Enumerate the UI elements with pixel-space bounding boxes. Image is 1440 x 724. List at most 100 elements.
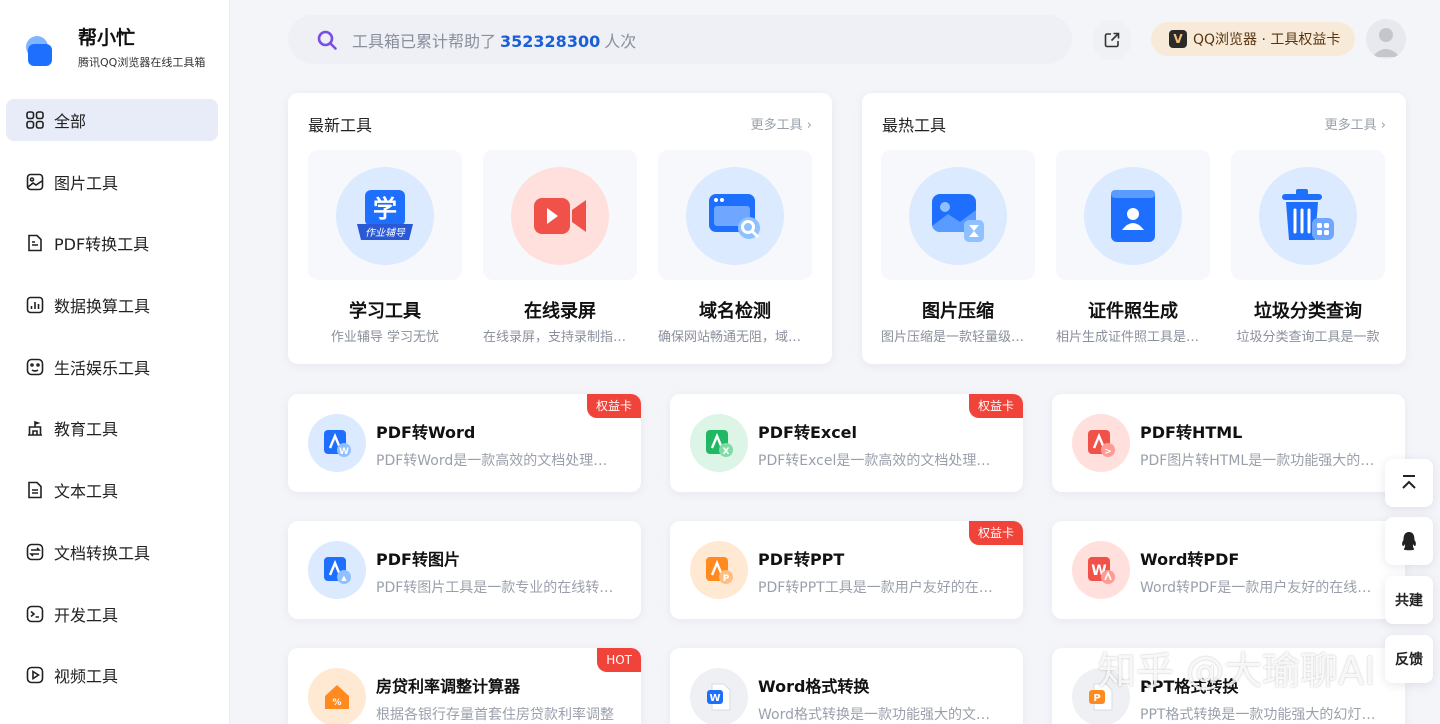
tool-card-ppt-format[interactable]: P PPT格式转换 PPT格式转换是一款功能强大的幻灯片工具 — [1052, 648, 1405, 724]
tool-title: PDF转HTML — [1140, 423, 1243, 442]
sidebar-item-label: 教育工具 — [54, 420, 119, 440]
qq-button[interactable] — [1385, 517, 1433, 565]
search-placeholder: 工具箱已累计帮助了 352328300 人次 — [352, 31, 637, 51]
search-icon — [317, 30, 337, 50]
tool-desc: 在线录屏，支持录制指定区域 — [483, 330, 637, 345]
tool-title: PDF转Word — [376, 423, 476, 442]
tool-desc: 垃圾分类查询工具是一款 — [1236, 330, 1380, 345]
sidebar-item-life-tools[interactable]: 生活娱乐工具 — [6, 346, 218, 388]
share-button[interactable] — [1092, 20, 1132, 60]
feedback-button[interactable]: 反馈 — [1385, 635, 1433, 683]
tool-card-pdf-to-word[interactable]: W PDF转Word PDF转Word是一款高效的文档处理工具 权益卡 — [288, 394, 641, 492]
tool-card-domain-check[interactable]: 域名检测 确保网站畅通无阻，域名检测 — [658, 150, 812, 345]
tool-desc: 相片生成证件照工具是一款 — [1056, 330, 1210, 345]
tool-card-word-to-pdf[interactable]: W Word转PDF Word转PDF是一款用户友好的在线工具 — [1052, 521, 1405, 619]
domain-search-icon — [686, 167, 784, 265]
user-icon — [1372, 28, 1400, 57]
sidebar-item-video-tools[interactable]: 视频工具 — [6, 654, 218, 696]
terminal-icon — [26, 605, 44, 623]
text-icon — [26, 481, 44, 499]
tool-desc: 根据各银行存量首套住房贷款利率调整 — [376, 707, 614, 723]
sidebar-item-pdf-tools[interactable]: PDF转换工具 — [6, 222, 218, 264]
tool-title: PPT格式转换 — [1140, 677, 1239, 696]
svg-text:W: W — [709, 693, 720, 704]
tool-name: 图片压缩 — [922, 301, 994, 322]
back-to-top-icon — [1402, 475, 1416, 489]
tool-name: 垃圾分类查询 — [1254, 301, 1362, 322]
sidebar-item-all[interactable]: 全部 — [6, 99, 218, 141]
tool-title: 房贷利率调整计算器 — [376, 677, 521, 696]
grid-icon — [26, 111, 44, 129]
sidebar-item-data-tools[interactable]: 数据换算工具 — [6, 284, 218, 326]
sidebar-item-label: PDF转换工具 — [54, 235, 150, 255]
sidebar-item-dev-tools[interactable]: 开发工具 — [6, 593, 218, 635]
co-build-button[interactable]: 共建 — [1385, 576, 1433, 624]
qq-penguin-icon — [1402, 532, 1416, 551]
tool-card-pdf-to-image[interactable]: ▲ PDF转图片 PDF转图片工具是一款专业的在线转换工具 — [288, 521, 641, 619]
more-tools-link[interactable]: 更多工具 › — [751, 114, 812, 133]
sidebar-item-doc-convert-tools[interactable]: 文档转换工具 — [6, 531, 218, 573]
sidebar-item-label: 全部 — [54, 112, 87, 131]
sidebar-item-label: 开发工具 — [54, 605, 119, 625]
word-doc-icon: W — [690, 668, 748, 724]
back-to-top-button[interactable] — [1385, 459, 1433, 507]
pdf-ppt-icon: P — [690, 541, 748, 599]
sidebar-item-text-tools[interactable]: 文本工具 — [6, 469, 218, 511]
tool-desc: PDF转Word是一款高效的文档处理工具 — [376, 453, 616, 469]
tool-card-screen-record[interactable]: 在线录屏 在线录屏，支持录制指定区域 — [483, 150, 637, 345]
life-icon — [26, 358, 44, 376]
pdf-image-icon: ▲ — [308, 541, 366, 599]
chevron-right-icon: › — [806, 118, 812, 133]
tool-title: PDF转图片 — [376, 550, 460, 569]
promo-card-button[interactable]: V QQ浏览器 · 工具权益卡 — [1151, 22, 1355, 56]
tool-card-garbage-sort[interactable]: 垃圾分类查询 垃圾分类查询工具是一款 — [1231, 150, 1385, 345]
school-icon — [26, 419, 44, 437]
tool-card-pdf-to-excel[interactable]: X PDF转Excel PDF转Excel是一款高效的文档处理工具 权益卡 — [670, 394, 1023, 492]
tool-desc: PPT格式转换是一款功能强大的幻灯片工具 — [1140, 707, 1380, 723]
panel-title: 最热工具 — [882, 116, 947, 135]
membership-badge: 权益卡 — [968, 394, 1023, 418]
image-compress-icon — [909, 167, 1007, 265]
tool-name: 证件照生成 — [1088, 301, 1178, 322]
tool-desc: 作业辅导 学习无忧 — [330, 330, 440, 345]
svg-text:X: X — [723, 447, 730, 457]
tool-card-pdf-to-html[interactable]: > PDF转HTML PDF图片转HTML是一款功能强大的工具 — [1052, 394, 1405, 492]
tool-desc: PDF转图片工具是一款专业的在线转换工具 — [376, 580, 616, 596]
image-icon — [26, 173, 44, 191]
membership-badge: 权益卡 — [968, 521, 1023, 545]
tool-name: 在线录屏 — [524, 301, 596, 322]
more-tools-link[interactable]: 更多工具 › — [1325, 114, 1386, 133]
promo-label: QQ浏览器 · 工具权益卡 — [1193, 32, 1341, 48]
sidebar-item-label: 视频工具 — [54, 667, 119, 687]
pdf-icon — [26, 234, 44, 252]
chart-icon — [26, 296, 44, 314]
tool-card-study[interactable]: 学 作业辅导 学习工具 作业辅导 学习无忧 — [308, 150, 462, 345]
ppt-doc-icon: P — [1072, 668, 1130, 724]
video-icon — [26, 666, 44, 684]
hot-tools-panel: 最热工具 更多工具 › 图片压缩 图片压缩是一款轻量级的工具 证件照生成 相片生… — [862, 93, 1406, 364]
sidebar-item-image-tools[interactable]: 图片工具 — [6, 161, 218, 203]
pdf-excel-icon: X — [690, 414, 748, 472]
tool-card-mortgage-calculator[interactable]: % 房贷利率调整计算器 根据各银行存量首套住房贷款利率调整 HOT — [288, 648, 641, 724]
tool-card-word-format[interactable]: W Word格式转换 Word格式转换是一款功能强大的文档工具 — [670, 648, 1023, 724]
chevron-right-icon: › — [1380, 118, 1386, 133]
vip-icon: V — [1169, 30, 1187, 48]
sidebar-nav: 全部 图片工具 PDF转换工具 数据换算工具 生活娱乐工具 教育工具 文本工具 … — [6, 99, 218, 716]
sidebar: 帮小忙 腾讯QQ浏览器在线工具箱 全部 图片工具 PDF转换工具 数据换算工具 … — [0, 0, 230, 724]
tool-desc: 图片压缩是一款轻量级的工具 — [881, 330, 1035, 345]
tool-title: PDF转Excel — [758, 423, 858, 442]
tool-card-image-compress[interactable]: 图片压缩 图片压缩是一款轻量级的工具 — [881, 150, 1035, 345]
tool-card-id-photo[interactable]: 证件照生成 相片生成证件照工具是一款 — [1056, 150, 1210, 345]
brand-logo — [24, 30, 56, 66]
tool-title: Word格式转换 — [758, 677, 870, 696]
sidebar-item-education-tools[interactable]: 教育工具 — [6, 407, 218, 449]
doc-convert-icon — [26, 543, 44, 561]
tool-card-pdf-to-ppt[interactable]: P PDF转PPT PDF转PPT工具是一款用户友好的在线工具 权益卡 — [670, 521, 1023, 619]
search-bar[interactable]: 工具箱已累计帮助了 352328300 人次 — [288, 15, 1072, 64]
pdf-word-icon: W — [308, 414, 366, 472]
avatar[interactable] — [1366, 19, 1406, 59]
tool-desc: Word转PDF是一款用户友好的在线工具 — [1140, 580, 1380, 596]
svg-text:>: > — [1104, 447, 1112, 457]
brand[interactable]: 帮小忙 腾讯QQ浏览器在线工具箱 — [24, 26, 205, 70]
tool-desc: 确保网站畅通无阻，域名检测 — [658, 330, 812, 345]
